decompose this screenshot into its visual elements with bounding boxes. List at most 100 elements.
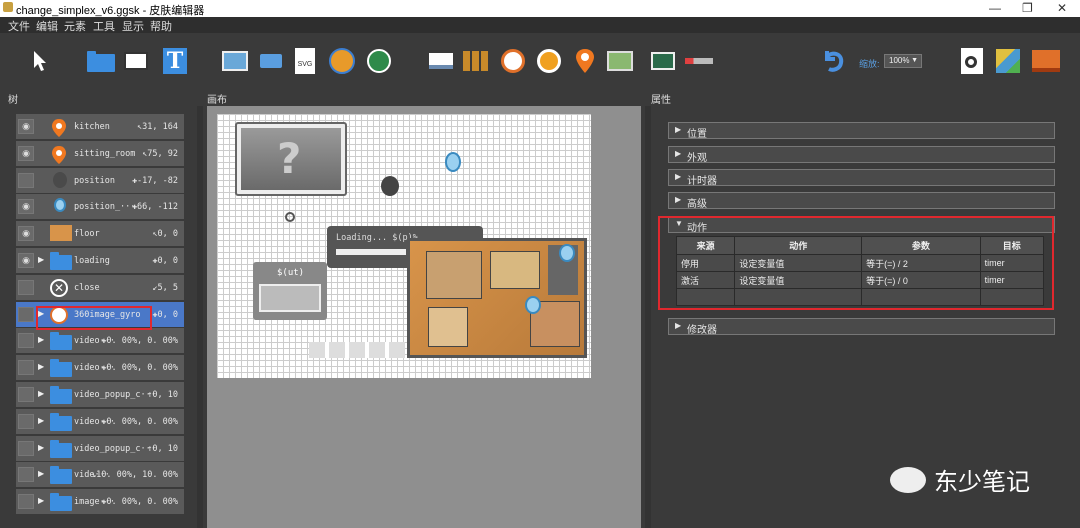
visibility-toggle[interactable] bbox=[18, 172, 34, 188]
visibility-toggle[interactable] bbox=[18, 440, 34, 456]
tree-item-name: video_popup_c··· bbox=[74, 443, 156, 454]
collapse-arrow-icon: ▶ bbox=[675, 321, 682, 330]
tree-item-coord: ↑0, 10 bbox=[147, 390, 178, 400]
eye-icon[interactable]: ◉ bbox=[18, 145, 34, 161]
tree-row[interactable]: ▶ video_popup_c··· ↑0, 10 bbox=[16, 382, 184, 408]
expand-arrow-icon[interactable]: ▶ bbox=[38, 389, 44, 398]
eye-icon[interactable]: ◉ bbox=[18, 226, 34, 242]
visibility-toggle[interactable] bbox=[18, 360, 34, 376]
add-svg-button[interactable]: SVG bbox=[294, 47, 316, 75]
tree-item-coord: ✚66, -112 bbox=[131, 202, 178, 213]
maximize-button[interactable]: ❐ bbox=[1022, 1, 1033, 15]
preview-button[interactable] bbox=[958, 47, 986, 75]
eye-icon[interactable]: ◉ bbox=[18, 199, 34, 215]
tree-row[interactable]: ✕ close ↙5, 5 bbox=[16, 274, 184, 301]
section-appearance[interactable]: ▶ 外观 bbox=[668, 146, 1055, 164]
close-circle-icon: ✕ bbox=[50, 278, 72, 297]
select-tool-button[interactable] bbox=[30, 47, 50, 75]
eye-icon[interactable]: ◉ bbox=[18, 253, 34, 268]
tree-row[interactable]: ◉ ▶ loading ✚0, 0 bbox=[16, 248, 184, 274]
visibility-toggle[interactable] bbox=[18, 306, 34, 322]
section-position[interactable]: ▶ 位置 bbox=[668, 122, 1055, 140]
menu-help[interactable]: 帮助 bbox=[150, 18, 172, 34]
floorplan-icon bbox=[50, 225, 72, 243]
visibility-toggle[interactable] bbox=[18, 413, 34, 429]
add-compass-button[interactable] bbox=[536, 47, 562, 75]
loading-text: Loading... $(p)% bbox=[336, 233, 418, 243]
expand-arrow-icon[interactable]: ▶ bbox=[38, 443, 44, 452]
expand-arrow-icon[interactable]: ▶ bbox=[38, 496, 44, 505]
add-timer-button[interactable] bbox=[500, 47, 526, 75]
tree-row[interactable]: ▶ video··· ✚0. 00%, 0. 00% bbox=[16, 355, 184, 382]
highlight-box-actions bbox=[658, 216, 1054, 310]
minimize-button[interactable]: — bbox=[989, 1, 1001, 15]
add-rectangle-button[interactable] bbox=[122, 47, 150, 75]
eye-icon[interactable]: ◉ bbox=[18, 119, 34, 134]
visibility-toggle[interactable] bbox=[18, 387, 34, 402]
location-marker-icon[interactable] bbox=[445, 152, 461, 172]
tree-item-coord: ↖31, 164 bbox=[137, 122, 178, 132]
section-modifiers[interactable]: ▶ 修改器 bbox=[668, 318, 1055, 336]
expand-arrow-icon[interactable]: ▶ bbox=[38, 335, 44, 344]
add-progressbar-button[interactable] bbox=[684, 47, 714, 75]
button-strip[interactable] bbox=[309, 342, 405, 358]
factory-icon bbox=[1032, 50, 1060, 72]
add-panorama-button[interactable] bbox=[328, 47, 356, 75]
add-video-button[interactable] bbox=[650, 47, 676, 75]
menu-file[interactable]: 文件 bbox=[8, 18, 30, 34]
expand-arrow-icon[interactable]: ▶ bbox=[38, 469, 44, 478]
add-image-button[interactable] bbox=[221, 47, 249, 75]
menu-tools[interactable]: 工具 bbox=[93, 18, 115, 34]
expand-arrow-icon[interactable]: ▶ bbox=[38, 362, 44, 371]
zoom-select[interactable]: 100% ▼ bbox=[884, 54, 922, 68]
add-grid-button[interactable] bbox=[462, 47, 490, 75]
edit-skin-button[interactable] bbox=[994, 47, 1022, 75]
video-popup[interactable]: $(ut) bbox=[253, 262, 327, 320]
visibility-toggle[interactable] bbox=[18, 333, 34, 349]
add-button-button[interactable] bbox=[258, 47, 284, 75]
ball-icon[interactable] bbox=[381, 176, 399, 196]
menu-element[interactable]: 元素 bbox=[64, 18, 86, 34]
watermark-text: 东少笔记 bbox=[934, 468, 1030, 496]
tree-row[interactable]: position ✚-17, -82 bbox=[16, 167, 184, 194]
add-container-button[interactable] bbox=[86, 47, 116, 75]
tree-row[interactable]: ◉ kitchen ↖31, 164 bbox=[16, 114, 184, 140]
section-timer[interactable]: ▶ 计时器 bbox=[668, 169, 1055, 187]
tree-item-coord: ✚0. 00%, 0. 00% bbox=[101, 336, 178, 347]
section-advanced[interactable]: ▶ 高级 bbox=[668, 192, 1055, 210]
add-text-button[interactable]: T bbox=[162, 47, 188, 75]
visibility-toggle[interactable] bbox=[18, 494, 34, 510]
tree-row[interactable]: ▶ image··· ✚0. 00%, 0. 00% bbox=[16, 489, 184, 516]
app-icon bbox=[3, 2, 13, 12]
add-cloner-button[interactable] bbox=[366, 47, 392, 75]
tree-row[interactable]: ▶ video··· ✚0. 00%, 0. 00% bbox=[16, 408, 184, 435]
add-hotspot-button[interactable] bbox=[574, 47, 596, 75]
visibility-toggle[interactable] bbox=[18, 467, 34, 483]
tree-row[interactable]: ▶ vide··· ↘10. 00%, 10. 00% bbox=[16, 462, 184, 489]
tree-row[interactable]: ◉ sitting_room ↖75, 92 bbox=[16, 140, 184, 167]
tree-row[interactable]: ▶ video··· ✚0. 00%, 0. 00% bbox=[16, 328, 184, 355]
add-screen-button[interactable] bbox=[428, 47, 454, 75]
menu-edit[interactable]: 编辑 bbox=[36, 18, 58, 34]
tree-row[interactable]: ◉ floor ↖0, 0 bbox=[16, 221, 184, 248]
undo-button[interactable] bbox=[820, 47, 848, 75]
expand-arrow-icon[interactable]: ▶ bbox=[38, 255, 44, 264]
paint-icon bbox=[996, 49, 1020, 73]
add-map-button[interactable] bbox=[606, 47, 634, 75]
export-button[interactable] bbox=[1030, 47, 1062, 75]
tree-splitter[interactable] bbox=[197, 106, 203, 528]
location-marker-icon[interactable] bbox=[559, 244, 575, 262]
expand-arrow-icon[interactable]: ▶ bbox=[38, 416, 44, 425]
canvas-splitter[interactable] bbox=[645, 106, 651, 528]
close-window-button[interactable]: ✕ bbox=[1057, 1, 1067, 15]
tree-row[interactable]: ◉ position_··· ✚66, -112 bbox=[16, 194, 184, 221]
tree-item-name: loading bbox=[74, 256, 110, 266]
folder-icon bbox=[50, 412, 72, 431]
gyro-marker-icon[interactable] bbox=[285, 212, 295, 222]
visibility-toggle[interactable] bbox=[18, 279, 34, 295]
tree-row[interactable]: ▶ video_popup_c··· ↑0, 10 bbox=[16, 435, 184, 462]
location-marker-icon[interactable] bbox=[525, 296, 541, 314]
canvas[interactable]: ? Loading... $(p)% $(ut) bbox=[217, 114, 591, 378]
menu-view[interactable]: 显示 bbox=[122, 18, 144, 34]
image-placeholder[interactable]: ? bbox=[235, 122, 347, 196]
